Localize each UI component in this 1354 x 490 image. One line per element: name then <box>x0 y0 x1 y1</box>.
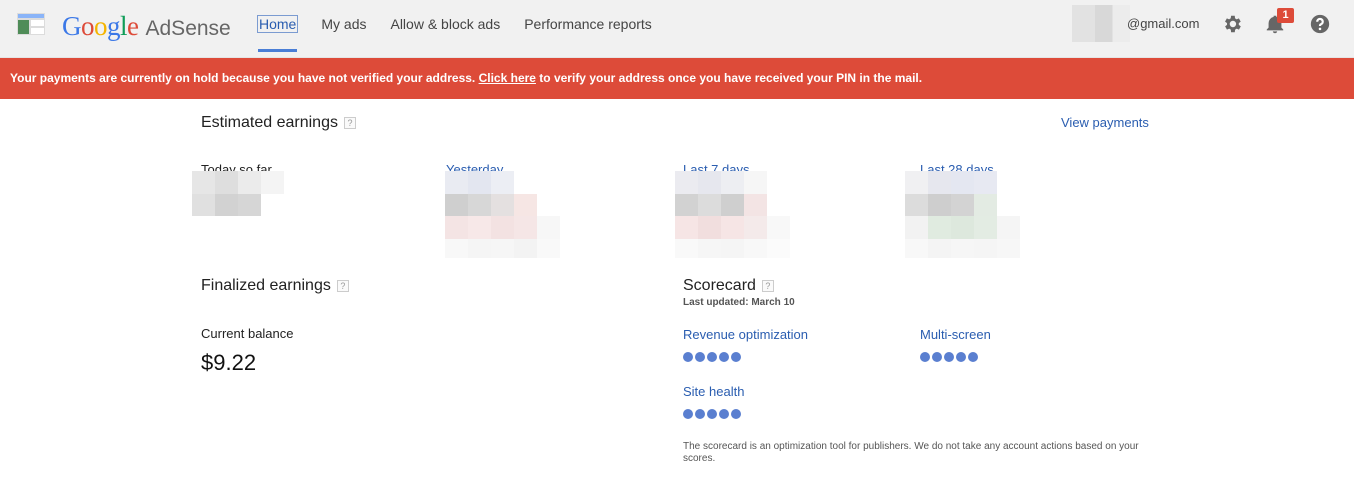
finalized-earnings-heading: Finalized earnings? <box>201 277 349 295</box>
finalized-earnings-help-icon[interactable]: ? <box>336 279 349 292</box>
nav-my-ads[interactable]: My ads <box>321 0 366 48</box>
top-bar: Google AdSense Home My ads Allow & block… <box>0 0 1354 58</box>
scorecard-last-updated: Last updated: March 10 <box>683 297 795 308</box>
current-balance-value: $9.22 <box>201 350 257 375</box>
score-dot <box>719 352 729 362</box>
redacted-username <box>1072 5 1130 42</box>
nav-allow-block-ads[interactable]: Allow & block ads <box>390 0 500 48</box>
finalized-earnings-title: Finalized earnings <box>201 277 331 294</box>
scorecard-heading: Scorecard? <box>683 277 774 295</box>
estimated-earnings-help-icon[interactable]: ? <box>343 116 356 129</box>
score-dot <box>956 352 966 362</box>
main-nav: Home My ads Allow & block ads Performanc… <box>256 0 676 58</box>
apps-menu-icon[interactable] <box>17 13 45 35</box>
estimated-earnings-title: Estimated earnings <box>201 114 338 131</box>
score-dot <box>707 352 717 362</box>
scorecard-title: Scorecard <box>683 277 756 294</box>
score-dot <box>683 409 693 419</box>
score-dot <box>683 352 693 362</box>
score-dot <box>731 352 741 362</box>
alert-text-after: to verify your address once you have rec… <box>535 71 923 85</box>
verify-address-link[interactable]: Click here <box>479 71 536 85</box>
settings-gear-icon[interactable] <box>1221 13 1243 35</box>
estimated-earnings-heading: Estimated earnings? <box>201 114 356 132</box>
score-dot <box>719 409 729 419</box>
account-email: @gmail.com <box>1127 16 1200 31</box>
score-dot <box>695 352 705 362</box>
current-balance-label: Current balance <box>201 326 294 341</box>
notification-count-badge: 1 <box>1277 8 1294 23</box>
google-adsense-logo[interactable]: Google AdSense <box>62 11 231 41</box>
google-logo: Google <box>62 11 139 41</box>
score-dot <box>968 352 978 362</box>
score-dot <box>932 352 942 362</box>
score-dot <box>920 352 930 362</box>
score-dot <box>944 352 954 362</box>
scorecard-help-icon[interactable]: ? <box>761 279 774 292</box>
scorecard-multi-screen-link[interactable]: Multi-screen <box>920 327 991 342</box>
scorecard-revenue-optimization-link[interactable]: Revenue optimization <box>683 327 808 342</box>
account-menu[interactable]: @gmail.com <box>1072 5 1199 42</box>
revenue-optimization-score-dots <box>683 352 741 362</box>
payment-hold-alert: Your payments are currently on hold beca… <box>0 58 1354 99</box>
score-dot <box>707 409 717 419</box>
site-health-score-dots <box>683 409 741 419</box>
scorecard-footnote: The scorecard is an optimization tool fo… <box>683 441 1139 464</box>
score-dot <box>731 409 741 419</box>
score-dot <box>695 409 705 419</box>
nav-performance-reports[interactable]: Performance reports <box>524 0 652 48</box>
scorecard-site-health-link[interactable]: Site health <box>683 384 744 399</box>
view-payments-link[interactable]: View payments <box>1061 115 1149 130</box>
alert-text-before: Your payments are currently on hold beca… <box>10 71 479 85</box>
adsense-wordmark: AdSense <box>145 17 231 40</box>
multi-screen-score-dots <box>920 352 978 362</box>
nav-home[interactable]: Home <box>256 0 299 52</box>
help-icon[interactable] <box>1309 13 1331 35</box>
